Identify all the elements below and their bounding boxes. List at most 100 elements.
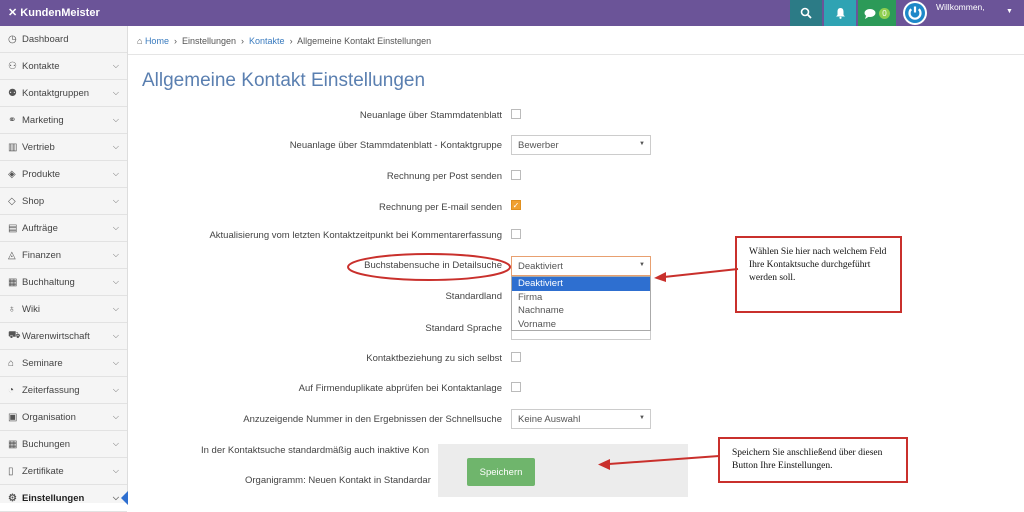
- chat-icon: [864, 8, 876, 19]
- sidebar-item-finanzen[interactable]: ◬ Finanzen ⌵: [0, 242, 127, 269]
- sidebar-item-produkte[interactable]: ◈ Produkte ⌵: [0, 161, 127, 188]
- chevron-down-icon: ⌵: [112, 61, 119, 70]
- dropdown-option[interactable]: Deaktiviert: [512, 277, 650, 291]
- invoice-email-checkbox[interactable]: ✓: [511, 200, 521, 210]
- invoice-post-label: Rechnung per Post senden: [386, 171, 502, 182]
- sidebar-item-marketing[interactable]: ⚭ Marketing ⌵: [0, 107, 127, 134]
- breadcrumb-current: Allgemeine Kontakt Einstellungen: [297, 36, 432, 46]
- chevron-down-icon: ⌵: [112, 493, 119, 502]
- highlight-ellipse: [347, 253, 511, 281]
- brand-logo[interactable]: ✕ KundenMeister: [8, 6, 100, 19]
- sidebar-item-label: Warenwirtschaft: [22, 330, 90, 342]
- ledger-icon: ▦: [8, 276, 18, 288]
- clock-icon: ◔: [8, 384, 15, 396]
- page-title: Allgemeine Kontakt Einstellungen: [142, 70, 426, 91]
- sidebar-item-label: Einstellungen: [22, 492, 85, 504]
- sidebar-item-seminare[interactable]: ⌂ Seminare ⌵: [0, 350, 127, 377]
- sidebar-item-kontaktgruppen[interactable]: ⚉ Kontaktgruppen ⌵: [0, 80, 127, 107]
- chevron-down-icon: ⌵: [112, 412, 119, 421]
- arrow-to-dropdown: [654, 268, 739, 282]
- sidebar-item-label: Buchhaltung: [22, 276, 75, 288]
- sidebar-item-label: Zertifikate: [22, 465, 64, 477]
- duplicate-check-label: Auf Firmenduplikate abprüfen bei Kontakt…: [298, 383, 502, 394]
- money-icon: ◬: [8, 249, 16, 261]
- sidebar-item-einstellungen[interactable]: ⚙ Einstellungen ⌵: [0, 485, 128, 512]
- sidebar-item-aufträge[interactable]: ▤ Aufträge ⌵: [0, 215, 127, 242]
- dashboard-icon: ◷: [8, 33, 17, 45]
- default-language-select[interactable]: [511, 331, 651, 340]
- messages-button[interactable]: 0: [858, 0, 896, 26]
- dropdown-callout: Wählen Sie hier nach welchem Feld Ihre K…: [735, 236, 902, 313]
- sidebar-item-label: Shop: [22, 195, 45, 207]
- breadcrumb: ⌂ Home › Einstellungen › Kontakte › Allg…: [137, 36, 432, 46]
- contacts-icon: ⚇: [8, 60, 17, 72]
- sidebar-item-shop[interactable]: ◇ Shop ⌵: [0, 188, 127, 215]
- search-icon: [800, 7, 812, 19]
- divider: [128, 54, 1024, 55]
- dropdown-option[interactable]: Vorname: [512, 318, 650, 332]
- chevron-down-icon: ▼: [639, 262, 645, 268]
- home-icon: ⌂: [137, 36, 145, 46]
- quick-search-number-select[interactable]: Keine Auswahl ▼: [511, 409, 651, 429]
- group-icon: ⚉: [8, 87, 17, 99]
- notifications-button[interactable]: [824, 0, 856, 26]
- logo-icon: ✕: [8, 7, 21, 19]
- chevron-down-icon: ⌵: [112, 331, 119, 340]
- chevron-down-icon: ⌵: [112, 358, 119, 367]
- default-country-label: Standardland: [445, 291, 502, 302]
- orders-icon: ▤: [8, 222, 18, 234]
- sidebar-item-label: Vertrieb: [22, 141, 55, 153]
- sidebar-item-dashboard[interactable]: ◷ Dashboard: [0, 26, 127, 53]
- chevron-down-icon: ⌵: [112, 223, 119, 232]
- sidebar-item-wiki[interactable]: ♁ Wiki ⌵: [0, 296, 127, 323]
- quick-search-number-label: Anzuzeigende Nummer in den Ergebnissen d…: [243, 414, 502, 425]
- power-icon: [903, 1, 927, 25]
- breadcrumb-contacts[interactable]: Kontakte: [249, 36, 285, 46]
- invoice-email-label: Rechnung per E-mail senden: [378, 202, 502, 213]
- caret-down-icon[interactable]: ▼: [1006, 8, 1013, 15]
- sidebar-item-warenwirtschaft[interactable]: ⛟ Warenwirtschaft ⌵: [0, 323, 127, 350]
- breadcrumb-home[interactable]: Home: [145, 36, 169, 46]
- sidebar-item-buchhaltung[interactable]: ▦ Buchhaltung ⌵: [0, 269, 127, 296]
- letter-search-dropdown: Deaktiviert Firma Nachname Vorname: [511, 276, 651, 331]
- dropdown-option[interactable]: Nachname: [512, 304, 650, 318]
- sidebar-item-zertifikate[interactable]: ▯ Zertifikate ⌵: [0, 458, 127, 485]
- new-via-master-group-label: Neuanlage über Stammdatenblatt - Kontakt…: [289, 140, 502, 151]
- save-button[interactable]: Speichern: [467, 458, 535, 486]
- breadcrumb-settings[interactable]: Einstellungen: [182, 36, 236, 46]
- chevron-down-icon: ▼: [639, 415, 645, 421]
- duplicate-check-checkbox[interactable]: [511, 382, 521, 392]
- new-via-master-checkbox[interactable]: [511, 109, 521, 119]
- chevron-down-icon: ⌵: [112, 250, 119, 259]
- invoice-post-checkbox[interactable]: [511, 170, 521, 180]
- clipboard-icon: ▣: [8, 411, 18, 423]
- sidebar-item-label: Produkte: [22, 168, 61, 180]
- self-relation-label: Kontaktbeziehung zu sich selbst: [366, 353, 502, 364]
- chevron-down-icon: ⌵: [112, 385, 119, 394]
- sidebar: ◷ Dashboard ⚇ Kontakte ⌵ ⚉ Kontaktgruppen ⌵ ⚭ Mar…: [0, 26, 128, 512]
- sidebar-item-organisation[interactable]: ▣ Organisation ⌵: [0, 404, 127, 431]
- letter-search-select[interactable]: Deaktiviert ▼: [511, 256, 651, 276]
- user-avatar[interactable]: [900, 0, 930, 26]
- search-button[interactable]: [790, 0, 822, 26]
- dropdown-option[interactable]: Firma: [512, 291, 650, 305]
- sidebar-item-kontakte[interactable]: ⚇ Kontakte ⌵: [0, 53, 127, 80]
- cart-icon: ⛟: [8, 329, 21, 341]
- graduation-icon: ⌂: [8, 357, 15, 369]
- arrow-to-save: [598, 455, 720, 470]
- tag-icon: ◇: [8, 195, 16, 207]
- welcome-text[interactable]: Willkommen,: [936, 2, 985, 12]
- new-via-master-label: Neuanlage über Stammdatenblatt: [359, 110, 502, 121]
- chart-icon: ▥: [8, 141, 18, 153]
- sidebar-item-label: Aufträge: [22, 222, 58, 234]
- self-relation-checkbox[interactable]: [511, 352, 521, 362]
- sidebar-item-buchungen[interactable]: ▦ Buchungen ⌵: [0, 431, 127, 458]
- chevron-down-icon: ⌵: [112, 169, 119, 178]
- sidebar-item-vertrieb[interactable]: ▥ Vertrieb ⌵: [0, 134, 127, 161]
- update-contact-time-checkbox[interactable]: [511, 229, 521, 239]
- new-via-master-group-select[interactable]: Bewerber ▼: [511, 135, 651, 155]
- sidebar-item-zeiterfassung[interactable]: ◔ Zeiterfassung ⌵: [0, 377, 127, 404]
- sidebar-item-label: Kontakte: [22, 60, 60, 72]
- sidebar-item-label: Kontaktgruppen: [22, 87, 90, 99]
- bookmark-icon: ▯: [8, 465, 14, 477]
